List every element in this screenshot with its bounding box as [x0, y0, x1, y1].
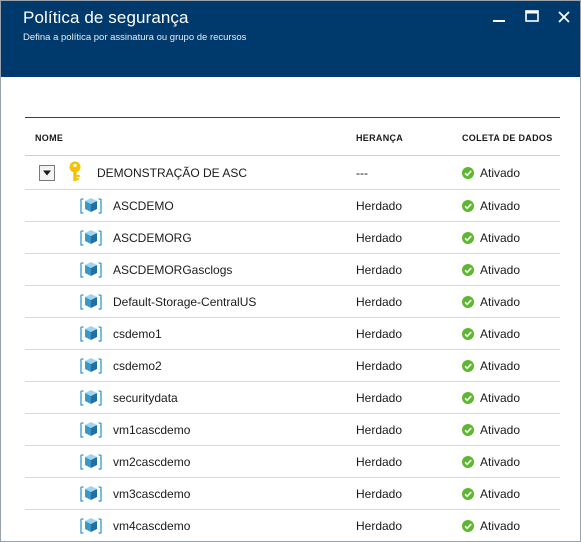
- inheritance-value: Herdado: [356, 486, 403, 501]
- resource-group-icon: [79, 419, 103, 441]
- resource-group-icon: [79, 291, 103, 313]
- subscription-name: DEMONSTRAÇÃO DE ASC: [97, 165, 248, 180]
- resource-group-name: vm1cascdemo: [113, 422, 191, 437]
- key-icon: [66, 161, 84, 183]
- table-row[interactable]: ASCDEMO Herdado Ativado: [25, 190, 560, 222]
- page-title: Política de segurança: [23, 8, 189, 27]
- table-row-subscription[interactable]: DEMONSTRAÇÃO DE ASC --- Ativado: [25, 156, 560, 190]
- status-cell: Ativado: [462, 156, 520, 189]
- table-row[interactable]: ASCDEMORG Herdado Ativado: [25, 222, 560, 254]
- resource-group-name: csdemo2: [113, 358, 162, 373]
- resource-group-icon: [79, 483, 103, 505]
- status-cell: Ativado: [462, 446, 520, 477]
- status-label: Ativado: [480, 358, 521, 373]
- status-cell: Ativado: [462, 414, 520, 445]
- status-cell: Ativado: [462, 350, 520, 381]
- column-header-data-collection[interactable]: COLETA DE DADOS: [462, 133, 553, 143]
- inheritance-value: Herdado: [356, 358, 403, 373]
- check-circle-icon: [462, 359, 474, 372]
- column-header-name[interactable]: NOME: [35, 133, 63, 143]
- resource-group-name: vm3cascdemo: [113, 486, 191, 501]
- collapse-toggle[interactable]: [39, 165, 55, 181]
- status-cell: Ativado: [462, 478, 520, 509]
- status-cell: Ativado: [462, 222, 520, 253]
- policy-blade: Política de segurança Defina a política …: [0, 0, 581, 542]
- check-circle-icon: [462, 455, 474, 468]
- check-circle-icon: [462, 423, 474, 436]
- inheritance-value: Herdado: [356, 390, 403, 405]
- close-icon[interactable]: [554, 7, 574, 27]
- inheritance-value: Herdado: [356, 422, 403, 437]
- status-label: Ativado: [480, 518, 521, 533]
- check-circle-icon: [462, 199, 474, 212]
- status-label: Ativado: [480, 294, 521, 309]
- inheritance-value: Herdado: [356, 198, 403, 213]
- resource-group-icon: [79, 195, 103, 217]
- status-label: Ativado: [480, 486, 521, 501]
- table-row[interactable]: Default-Storage-CentralUS Herdado Ativad…: [25, 286, 560, 318]
- inheritance-value: Herdado: [356, 518, 403, 533]
- inheritance-value: Herdado: [356, 262, 403, 277]
- blade-header: Política de segurança Defina a política …: [1, 1, 580, 77]
- check-circle-icon: [462, 519, 474, 532]
- resource-group-icon: [79, 227, 103, 249]
- status-label: Ativado: [480, 262, 521, 277]
- check-circle-icon: [462, 166, 474, 179]
- column-header-inheritance[interactable]: HERANÇA: [356, 133, 403, 143]
- resource-group-name: ASCDEMORG: [113, 230, 192, 245]
- status-label: Ativado: [480, 390, 521, 405]
- inheritance-value: ---: [356, 165, 368, 180]
- pin-icon[interactable]: [489, 7, 509, 27]
- table-row[interactable]: vm4cascdemo Herdado Ativado: [25, 510, 560, 541]
- resource-group-name: ASCDEMO: [113, 198, 174, 213]
- check-circle-icon: [462, 327, 474, 340]
- table-row[interactable]: csdemo2 Herdado Ativado: [25, 350, 560, 382]
- resource-group-icon: [79, 355, 103, 377]
- status-label: Ativado: [480, 326, 521, 341]
- maximize-icon[interactable]: [522, 7, 542, 27]
- table-row[interactable]: vm1cascdemo Herdado Ativado: [25, 414, 560, 446]
- page-subtitle: Defina a política por assinatura ou grup…: [23, 32, 247, 43]
- table-row[interactable]: vm2cascdemo Herdado Ativado: [25, 446, 560, 478]
- resource-group-list: ASCDEMO Herdado Ativado ASCDEMORG Herdad…: [25, 190, 560, 541]
- resource-group-icon: [79, 451, 103, 473]
- status-cell: Ativado: [462, 318, 520, 349]
- resource-group-icon: [79, 259, 103, 281]
- policy-table: NOME HERANÇA COLETA DE DADOS DEMONSTRAÇÃ…: [25, 117, 560, 541]
- table-row[interactable]: securitydata Herdado Ativado: [25, 382, 560, 414]
- resource-group-name: ASCDEMORGasclogs: [113, 262, 233, 277]
- inheritance-value: Herdado: [356, 326, 403, 341]
- status-label: Ativado: [480, 454, 521, 469]
- table-row[interactable]: ASCDEMORGasclogs Herdado Ativado: [25, 254, 560, 286]
- resource-group-icon: [79, 323, 103, 345]
- inheritance-value: Herdado: [356, 454, 403, 469]
- resource-group-name: securitydata: [113, 390, 178, 405]
- resource-group-icon: [79, 515, 103, 537]
- status-label: Ativado: [480, 198, 521, 213]
- status-cell: Ativado: [462, 510, 520, 541]
- chevron-down-icon: [43, 170, 51, 176]
- check-circle-icon: [462, 231, 474, 244]
- status-cell: Ativado: [462, 254, 520, 285]
- resource-group-name: csdemo1: [113, 326, 162, 341]
- resource-group-name: Default-Storage-CentralUS: [113, 294, 257, 309]
- status-label: Ativado: [480, 422, 521, 437]
- status-label: Ativado: [480, 230, 521, 245]
- check-circle-icon: [462, 487, 474, 500]
- resource-group-name: vm2cascdemo: [113, 454, 191, 469]
- check-circle-icon: [462, 391, 474, 404]
- status-cell: Ativado: [462, 286, 520, 317]
- resource-group-name: vm4cascdemo: [113, 518, 191, 533]
- table-row[interactable]: vm3cascdemo Herdado Ativado: [25, 478, 560, 510]
- resource-group-icon: [79, 387, 103, 409]
- status-label: Ativado: [480, 165, 521, 180]
- status-cell: Ativado: [462, 382, 520, 413]
- table-header: NOME HERANÇA COLETA DE DADOS: [25, 117, 560, 156]
- status-cell: Ativado: [462, 190, 520, 221]
- table-row[interactable]: csdemo1 Herdado Ativado: [25, 318, 560, 350]
- inheritance-value: Herdado: [356, 230, 403, 245]
- check-circle-icon: [462, 263, 474, 276]
- check-circle-icon: [462, 295, 474, 308]
- inheritance-value: Herdado: [356, 294, 403, 309]
